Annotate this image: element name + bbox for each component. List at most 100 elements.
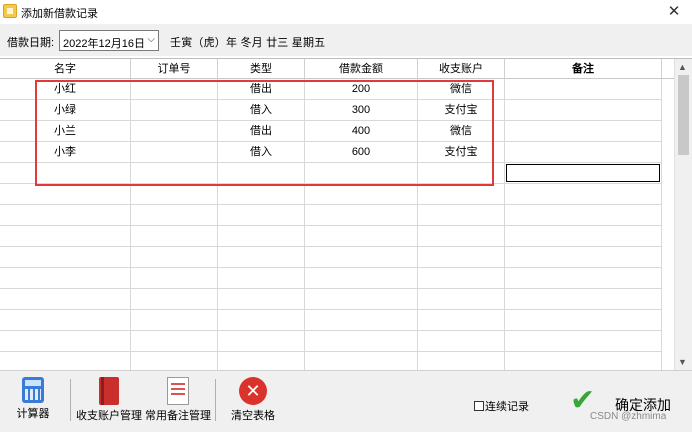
cell-note[interactable] <box>505 331 662 352</box>
column-header-account[interactable]: 收支账户 <box>418 59 505 79</box>
cell-name[interactable]: 小红 <box>0 79 131 100</box>
cell-note[interactable] <box>505 205 662 226</box>
table-row[interactable] <box>0 352 674 370</box>
vertical-scrollbar[interactable]: ▲ ▼ <box>674 59 692 370</box>
cell-type[interactable]: 借入 <box>218 100 305 121</box>
column-header-note[interactable]: 备注 <box>505 59 662 79</box>
cell-amount[interactable]: 300 <box>305 100 418 121</box>
cell-note[interactable] <box>505 121 662 142</box>
cell-name[interactable] <box>0 247 131 268</box>
cell-name[interactable] <box>0 184 131 205</box>
cell-type[interactable] <box>218 205 305 226</box>
scroll-thumb[interactable] <box>678 75 689 155</box>
cell-amount[interactable] <box>305 226 418 247</box>
cell-note[interactable] <box>505 352 662 370</box>
cell-name[interactable] <box>0 226 131 247</box>
cell-amount[interactable] <box>305 184 418 205</box>
cell-type[interactable]: 借出 <box>218 121 305 142</box>
cell-order[interactable] <box>131 142 218 163</box>
cell-note[interactable] <box>505 247 662 268</box>
accounts-manage-button[interactable]: 收支账户管理 <box>76 377 142 423</box>
cell-account[interactable] <box>418 310 505 331</box>
table-row[interactable] <box>0 331 674 352</box>
cell-type[interactable] <box>218 289 305 310</box>
table-row[interactable] <box>0 247 674 268</box>
cell-order[interactable] <box>131 289 218 310</box>
cell-note[interactable] <box>505 289 662 310</box>
cell-order[interactable] <box>131 352 218 370</box>
cell-note[interactable] <box>505 226 662 247</box>
table-row[interactable] <box>0 268 674 289</box>
cell-account[interactable]: 微信 <box>418 79 505 100</box>
cell-amount[interactable] <box>305 352 418 370</box>
table-row[interactable]: 小兰 借出 400 微信 <box>0 121 674 142</box>
scroll-down-icon[interactable]: ▼ <box>678 357 687 367</box>
cell-account[interactable] <box>418 352 505 370</box>
cell-order[interactable] <box>131 226 218 247</box>
cell-amount[interactable] <box>305 205 418 226</box>
scroll-up-icon[interactable]: ▲ <box>678 62 687 72</box>
cell-account[interactable] <box>418 163 505 184</box>
cell-type[interactable] <box>218 331 305 352</box>
cell-order[interactable] <box>131 310 218 331</box>
cell-name[interactable]: 小兰 <box>0 121 131 142</box>
column-header-order[interactable]: 订单号 <box>131 59 218 79</box>
table-row[interactable]: 小李 借入 600 支付宝 <box>0 142 674 163</box>
notes-manage-button[interactable]: 常用备注管理 <box>145 377 211 423</box>
cell-amount[interactable] <box>305 247 418 268</box>
clear-table-button[interactable]: ✕ 清空表格 <box>228 377 278 423</box>
cell-name[interactable] <box>0 289 131 310</box>
cell-order[interactable] <box>131 100 218 121</box>
cell-type[interactable] <box>218 352 305 370</box>
cell-type[interactable] <box>218 310 305 331</box>
close-button[interactable]: ✕ <box>664 2 684 22</box>
date-picker[interactable]: 2022年12月16日 ⌵ <box>59 30 159 51</box>
cell-note[interactable] <box>505 79 662 100</box>
table-row[interactable]: 小红 借出 200 微信 <box>0 79 674 100</box>
cell-name[interactable] <box>0 331 131 352</box>
cell-type[interactable] <box>218 184 305 205</box>
cell-type[interactable]: 借入 <box>218 142 305 163</box>
cell-type[interactable] <box>218 247 305 268</box>
table-row[interactable] <box>0 184 674 205</box>
cell-amount[interactable] <box>305 331 418 352</box>
cell-amount[interactable] <box>305 310 418 331</box>
cell-order[interactable] <box>131 247 218 268</box>
cell-name[interactable]: 小李 <box>0 142 131 163</box>
cell-type[interactable]: 借出 <box>218 79 305 100</box>
cell-name[interactable] <box>0 163 131 184</box>
cell-account[interactable] <box>418 184 505 205</box>
cell-amount[interactable]: 400 <box>305 121 418 142</box>
cell-order[interactable] <box>131 331 218 352</box>
cell-account[interactable] <box>418 268 505 289</box>
cell-name[interactable] <box>0 310 131 331</box>
cell-order[interactable] <box>131 268 218 289</box>
cell-type[interactable] <box>218 226 305 247</box>
cell-account[interactable] <box>418 247 505 268</box>
cell-type[interactable] <box>218 163 305 184</box>
checkbox-box[interactable] <box>474 401 484 411</box>
column-header-amount[interactable]: 借款金额 <box>305 59 418 79</box>
table-row[interactable] <box>0 226 674 247</box>
table-row[interactable] <box>0 289 674 310</box>
table-row[interactable]: 小绿 借入 300 支付宝 <box>0 100 674 121</box>
cell-account[interactable] <box>418 331 505 352</box>
cell-account[interactable]: 微信 <box>418 121 505 142</box>
cell-account[interactable] <box>418 226 505 247</box>
cell-note[interactable] <box>505 310 662 331</box>
table-row[interactable] <box>0 205 674 226</box>
column-header-name[interactable]: 名字 <box>0 59 131 79</box>
cell-amount[interactable]: 600 <box>305 142 418 163</box>
cell-amount[interactable] <box>305 268 418 289</box>
cell-note[interactable] <box>505 142 662 163</box>
cell-note[interactable] <box>505 184 662 205</box>
cell-amount[interactable] <box>305 163 418 184</box>
continuous-record-checkbox[interactable]: 连续记录 <box>474 398 529 414</box>
cell-account[interactable] <box>418 289 505 310</box>
cell-order[interactable] <box>131 184 218 205</box>
cell-order[interactable] <box>131 205 218 226</box>
cell-note[interactable] <box>505 268 662 289</box>
cell-name[interactable] <box>0 352 131 370</box>
column-header-type[interactable]: 类型 <box>218 59 305 79</box>
cell-type[interactable] <box>218 268 305 289</box>
